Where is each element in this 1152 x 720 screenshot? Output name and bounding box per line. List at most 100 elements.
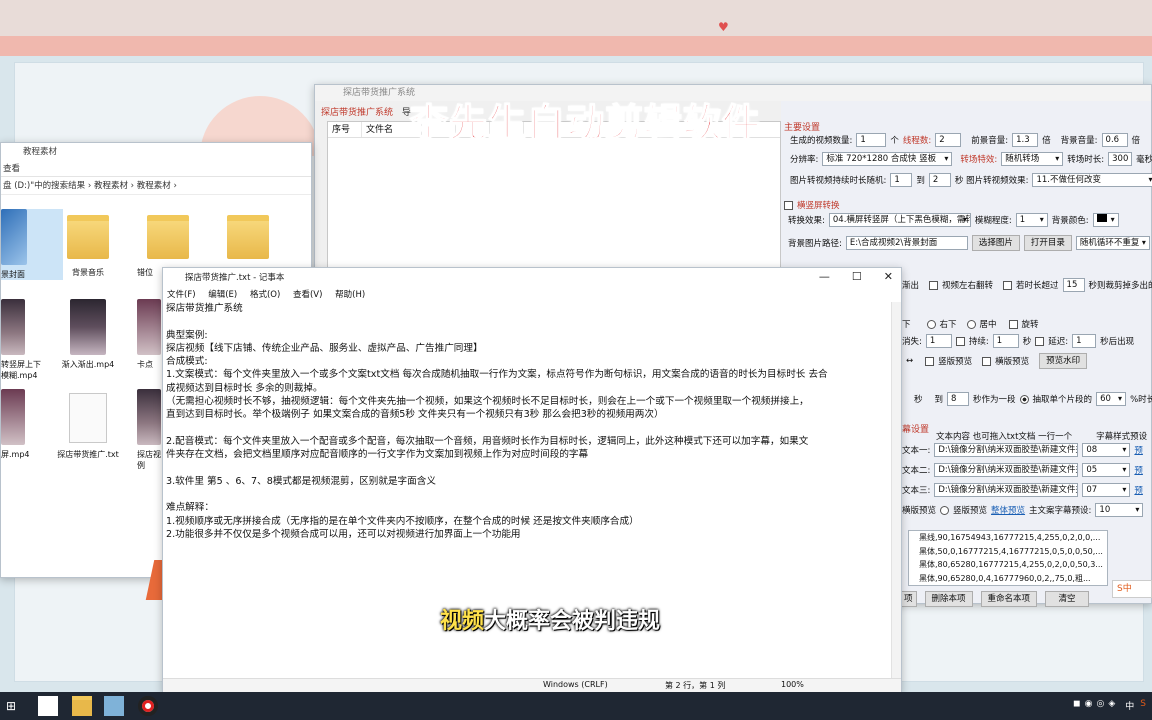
delay-input[interactable]: 1 — [1072, 334, 1097, 348]
file-explorer-icon[interactable] — [72, 696, 92, 716]
text-row-3-style[interactable]: 07 — [1082, 483, 1131, 497]
hold-checkbox[interactable] — [955, 336, 965, 346]
front-vol-input[interactable]: 1.3 — [1012, 133, 1039, 147]
file-item[interactable]: 屏.mp4 — [1, 389, 63, 460]
file-item[interactable]: 探店带货推广.txt — [55, 389, 121, 460]
input-method[interactable]: 中 — [1125, 699, 1134, 712]
file-item[interactable] — [217, 209, 279, 267]
delay-checkbox[interactable] — [1035, 336, 1045, 346]
segment-input[interactable]: 8 — [947, 392, 970, 406]
pic-duration-from[interactable]: 1 — [890, 173, 913, 187]
text-row-2-style[interactable]: 05 — [1082, 463, 1131, 477]
desktop-strip — [0, 36, 1152, 56]
pic-duration-to[interactable]: 2 — [928, 173, 951, 187]
choose-picture-button[interactable]: 选择图片 — [971, 235, 1020, 251]
ime-indicator[interactable]: S中 — [1112, 580, 1152, 598]
file-item[interactable]: 渐入渐出.mp4 — [57, 299, 119, 370]
tray-icons[interactable]: ◼◉◎◈ — [1073, 699, 1119, 712]
file-name: 转竖屏上下 模糊.mp4 — [1, 360, 41, 380]
sogou-icon[interactable]: S — [1140, 699, 1146, 712]
clear-button[interactable]: 清空 — [1045, 591, 1090, 607]
style-item[interactable]: 黑线,90,16754943,16777215,4,255,0,2,0,0,..… — [909, 531, 1107, 545]
rename-item-button[interactable]: 重命名本项 — [980, 591, 1038, 607]
partial-button[interactable]: 项 — [900, 591, 917, 607]
bg-color-picker[interactable] — [1092, 213, 1119, 227]
notepad-scrollbar[interactable] — [891, 302, 901, 680]
taskbar: ⊞ ◼◉◎◈ 中 S — [0, 692, 1152, 720]
text-row-3-preview[interactable]: 预 — [1134, 484, 1143, 496]
text-row-1-preview[interactable]: 预 — [1134, 444, 1143, 456]
blur-select[interactable]: 1 — [1015, 213, 1048, 227]
bg-color-label: 背景颜色: — [1051, 216, 1089, 226]
horizontal-preview-checkbox[interactable] — [982, 356, 992, 366]
video-banner-title: 李先生自动剪辑软件 — [409, 100, 762, 146]
file-item[interactable]: 转竖屏上下 模糊.mp4 — [1, 299, 63, 381]
bg-path-input[interactable]: E:\合成视频2\背景封面 — [845, 236, 968, 250]
minimize-icon[interactable]: — — [819, 270, 830, 283]
text-row-1-style[interactable]: 08 — [1082, 443, 1131, 457]
resolution-select[interactable]: 标准 720*1280 合成快 竖板 — [822, 152, 953, 166]
rotate-watermark-checkbox[interactable] — [1008, 319, 1018, 329]
bg-vol-input[interactable]: 0.6 — [1101, 133, 1128, 147]
pos-center-radio[interactable] — [966, 319, 976, 329]
text-row-1-path[interactable]: D:\镜像分割\纳米双面胶垫\新建文件夹 — [934, 443, 1079, 457]
text-row-3-path[interactable]: D:\镜像分割\纳米双面胶垫\新建文件夹 — [934, 483, 1079, 497]
file-thumbnail — [1, 299, 25, 355]
record-icon[interactable] — [138, 696, 158, 716]
overall-preview-link[interactable]: 整体预览 — [991, 504, 1025, 516]
row-mirror: 渐出 视频左右翻转 若时长超过 15 秒则裁剪掉多出的 — [902, 278, 1152, 292]
exceed-input[interactable]: 15 — [1062, 278, 1085, 292]
v-preview-radio[interactable] — [940, 505, 950, 515]
text-row-2-preview[interactable]: 预 — [1134, 464, 1143, 476]
menu-help[interactable]: 帮助(H) — [335, 290, 365, 300]
col-index[interactable]: 序号 — [328, 122, 362, 137]
promo-tab-main[interactable]: 探店带货推广系统 — [321, 108, 393, 118]
video-count-input[interactable]: 1 — [856, 133, 887, 147]
exceed-checkbox[interactable] — [1003, 280, 1013, 290]
close-icon[interactable]: ✕ — [884, 270, 893, 283]
open-dir-button[interactable]: 打开目录 — [1023, 235, 1072, 251]
style-item[interactable]: 黑体,90,65280,0,4,16777960,0,2,,75,0,粗... — [909, 572, 1107, 586]
pic-effect-label: 秒 图片转视频效果: — [954, 176, 1029, 186]
preview-watermark-button[interactable]: 预览水印 — [1039, 353, 1088, 369]
pos-bottom-right-radio[interactable] — [926, 319, 936, 329]
notepad-icon[interactable] — [104, 696, 124, 716]
menu-edit[interactable]: 编辑(E) — [208, 290, 237, 300]
menu-format[interactable]: 格式(O) — [250, 290, 280, 300]
maximize-icon[interactable]: ☐ — [852, 270, 862, 283]
menu-view[interactable]: 查看(V) — [293, 290, 322, 300]
explorer-breadcrumb[interactable]: 盘 (D:)"中的搜索结果 › 教程素材 › 教程素材 › — [1, 177, 311, 195]
rotate-effect-select[interactable]: 04.横屏转竖屏（上下黑色模糊，需转两次） — [828, 213, 971, 227]
task-view-icon[interactable]: ⊞ — [6, 696, 26, 716]
file-name: 屏.mp4 — [1, 450, 30, 459]
appear-label: 秒后出现 — [1100, 337, 1135, 347]
transition-select[interactable]: 随机转场 — [1001, 152, 1064, 166]
text-row-2-path[interactable]: D:\镜像分割\纳米双面胶垫\新建文件夹 — [934, 463, 1079, 477]
explorer-ribbon[interactable]: 查看 — [1, 161, 311, 177]
pic-effect-select[interactable]: 11.不做任何改变 — [1032, 173, 1152, 187]
style-item[interactable]: 黑体,80,65280,16777215,4,255,0,2,0,0,50,3.… — [909, 558, 1107, 572]
caption-style-label: 字幕样式预设 — [1096, 432, 1148, 442]
rotate-checkbox[interactable] — [784, 200, 793, 210]
random-loop-select[interactable]: 随机循环不重复 — [1075, 236, 1150, 250]
vertical-preview-checkbox[interactable] — [925, 356, 935, 366]
threads-input[interactable]: 2 — [935, 133, 962, 147]
folder-icon — [227, 215, 269, 259]
hold-input[interactable]: 1 — [992, 334, 1019, 348]
menu-file[interactable]: 文件(F) — [167, 290, 196, 300]
horizontal-preview-label: 横版预览 — [995, 357, 1030, 367]
main-preset-select[interactable]: 10 — [1095, 503, 1144, 517]
app-icon-blank[interactable] — [38, 696, 58, 716]
pick-radio[interactable] — [1019, 394, 1029, 404]
file-item[interactable]: 背景音乐 — [57, 209, 119, 278]
bg-vol-label: 背景音量: — [1060, 136, 1098, 146]
caption-style-list[interactable]: 黑线,90,16754943,16777215,4,255,0,2,0,0,..… — [908, 530, 1108, 586]
file-item[interactable]: 景封面 — [1, 209, 63, 280]
delete-item-button[interactable]: 删除本项 — [924, 591, 973, 607]
transition-duration-input[interactable]: 300 — [1108, 152, 1133, 166]
disappear-input[interactable]: 1 — [925, 334, 952, 348]
mirror-checkbox[interactable] — [929, 280, 939, 290]
pick-select[interactable]: 60 — [1096, 392, 1127, 406]
row-counts: 生成的视频数量: 1 个 线程数: 2 前景音量: 1.3 倍 背景音量: 0.… — [790, 133, 1140, 147]
style-item[interactable]: 黑体,50,0,16777215,4,16777215,0,5,0,0,50,.… — [909, 545, 1107, 559]
